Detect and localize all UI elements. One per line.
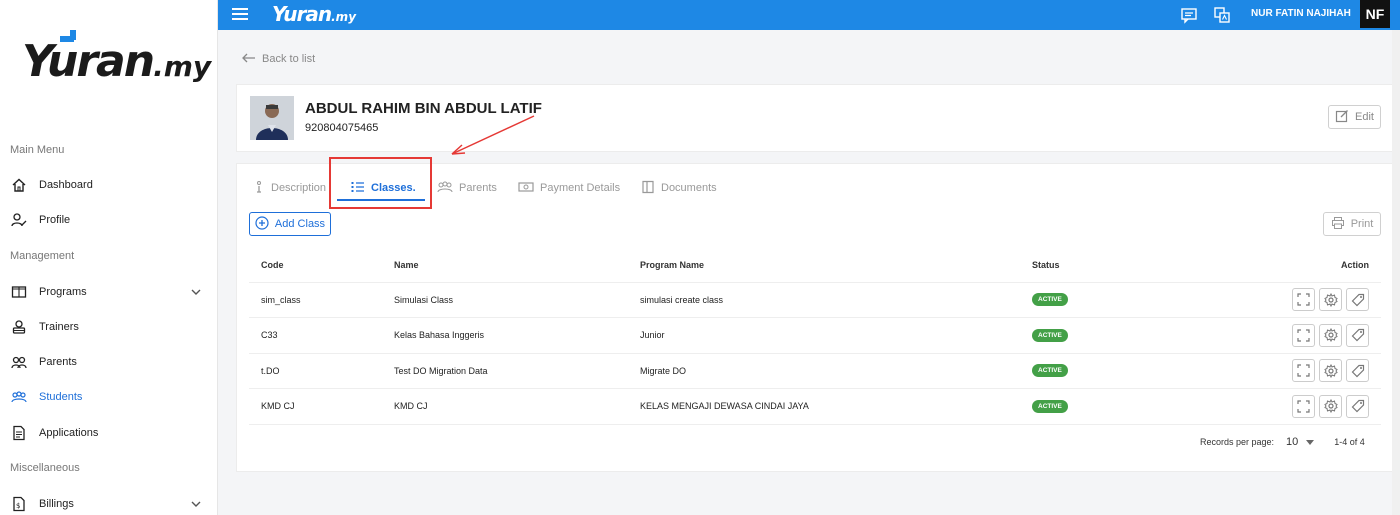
tag-button[interactable] [1346,359,1369,383]
tab-payment-details[interactable]: Payment Details [518,174,620,202]
expand-button[interactable] [1292,288,1315,312]
caret-down-icon [1298,436,1315,448]
student-photo [250,96,294,140]
scrollbar[interactable] [1392,30,1400,515]
column-header-action: Action [1210,248,1381,283]
table-header-row: Code Name Program Name Status Action [249,248,1381,283]
tab-documents[interactable]: Documents [641,174,717,202]
status-badge: ACTIVE [1032,364,1068,378]
cell-program: Migrate DO [628,353,1020,389]
pagination: Records per page: 10 1-4 of 4 [1200,436,1365,448]
cell-code: t.DO [249,353,382,389]
money-icon [518,181,540,196]
translate-icon[interactable] [1213,6,1231,24]
back-to-list-link[interactable]: Back to list [242,52,315,66]
section-title-misc: Miscellaneous [10,462,80,474]
info-icon [253,180,271,197]
edit-icon [1335,109,1355,126]
cell-program: simulasi create class [628,282,1020,318]
sidebar-item-parents[interactable]: Parents [0,348,218,376]
sidebar: Yuran.my Main Menu Dashboard Profile Man… [0,0,218,515]
expand-button[interactable] [1292,394,1315,418]
avatar[interactable]: NF [1360,0,1390,28]
column-header-code: Code [249,248,382,283]
cell-program: Junior [628,317,1020,354]
tag-button[interactable] [1346,394,1369,418]
records-per-page-label: Records per page: [1200,437,1275,447]
students-icon [10,388,28,406]
sidebar-item-profile[interactable]: Profile [0,206,218,234]
edit-button[interactable]: Edit [1328,105,1381,129]
highlight-box [329,157,432,209]
folder-icon [641,180,661,197]
document-icon [10,424,28,442]
user-edit-icon [10,211,28,229]
top-bar: Yuran.my NUR FATIN NAJIHAH NF [218,0,1400,30]
cell-name: Simulasi Class [382,282,628,318]
arrow-left-icon [242,52,256,66]
username[interactable]: NUR FATIN NAJIHAH [1251,8,1351,19]
cell-code: sim_class [249,282,382,318]
sidebar-item-programs[interactable]: Programs [0,278,218,306]
cell-code: KMD CJ [249,388,382,425]
cell-program: KELAS MENGAJI DEWASA CINDAI JAYA [628,388,1020,425]
chevron-down-icon[interactable] [190,286,202,298]
home-icon [10,176,28,194]
section-title-main: Main Menu [10,144,65,156]
tag-button[interactable] [1346,323,1369,347]
settings-button[interactable] [1319,359,1342,383]
section-title-management: Management [10,250,75,262]
chevron-down-icon[interactable] [190,498,202,510]
table-row: KMD CJ KMD CJ KELAS MENGAJI DEWASA CINDA… [249,388,1381,425]
cell-name: KMD CJ [382,388,628,425]
classes-table: Code Name Program Name Status Action sim… [249,248,1381,425]
status-badge: ACTIVE [1032,328,1068,342]
column-header-status: Status [1020,248,1210,283]
expand-button[interactable] [1292,359,1315,383]
sidebar-item-applications[interactable]: Applications [0,419,218,447]
table-row: C33 Kelas Bahasa Inggeris Junior ACTIVE [249,317,1381,354]
student-header-card: ABDUL RAHIM BIN ABDUL LATIF 920804075465… [236,84,1393,152]
cell-code: C33 [249,317,382,354]
tab-description[interactable]: Description [253,174,326,202]
group-icon [437,181,459,196]
logo: Yuran.my [22,30,211,96]
status-badge: ACTIVE [1032,293,1068,307]
trainer-icon [10,318,28,336]
settings-button[interactable] [1319,323,1342,347]
sidebar-item-billings[interactable]: $ Billings [0,490,218,515]
tab-parents[interactable]: Parents [437,174,497,202]
print-button[interactable]: Print [1323,212,1381,236]
svg-text:$: $ [16,502,20,510]
add-class-button[interactable]: Add Class [249,212,331,236]
group-icon [10,353,28,371]
table-row: t.DO Test DO Migration Data Migrate DO A… [249,353,1381,389]
sidebar-item-dashboard[interactable]: Dashboard [0,171,218,199]
sidebar-item-students[interactable]: Students [0,383,218,411]
menu-icon[interactable] [232,8,248,22]
sidebar-item-trainers[interactable]: Trainers [0,313,218,341]
column-header-program-name: Program Name [628,248,1020,283]
column-header-name: Name [382,248,628,283]
cell-name: Kelas Bahasa Inggeris [382,317,628,354]
plus-circle-icon [255,215,275,233]
student-id: 920804075465 [305,122,379,134]
table-row: sim_class Simulasi Class simulasi create… [249,282,1381,318]
settings-button[interactable] [1319,394,1342,418]
chat-icon[interactable] [1180,6,1198,24]
printer-icon [1331,216,1351,233]
settings-button[interactable] [1319,288,1342,312]
top-logo: Yuran.my [272,2,357,26]
pagination-range: 1-4 of 4 [1334,437,1365,447]
status-badge: ACTIVE [1032,399,1068,413]
tag-button[interactable] [1346,288,1369,312]
records-per-page-select[interactable]: 10 [1286,436,1315,448]
billing-icon: $ [10,495,28,513]
book-open-icon [10,283,28,301]
cell-name: Test DO Migration Data [382,353,628,389]
expand-button[interactable] [1292,323,1315,347]
student-name: ABDUL RAHIM BIN ABDUL LATIF [305,100,542,117]
classes-card: Description Classes. Parents Payment Det… [236,157,1393,472]
